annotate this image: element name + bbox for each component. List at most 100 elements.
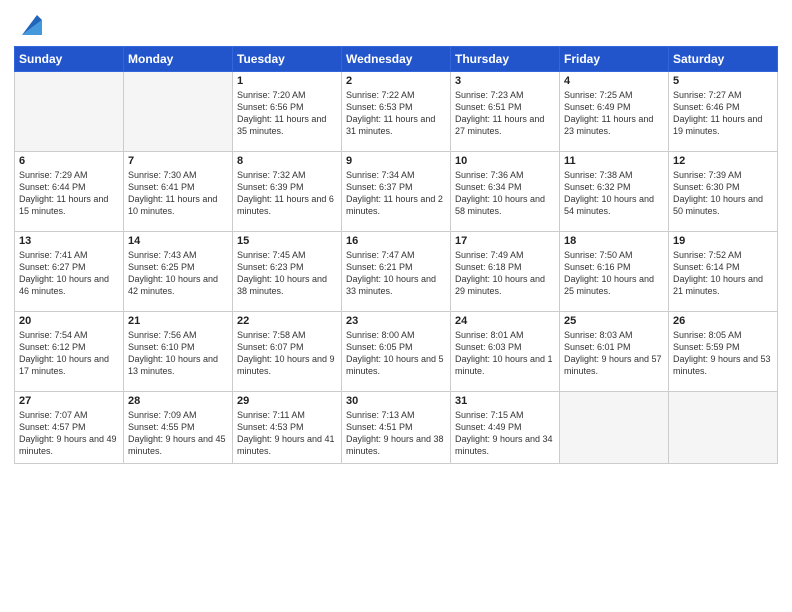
day-info: Sunrise: 7:27 AMSunset: 6:46 PMDaylight:… bbox=[673, 89, 773, 138]
day-info: Sunrise: 8:00 AMSunset: 6:05 PMDaylight:… bbox=[346, 329, 446, 378]
calendar-cell: 1 Sunrise: 7:20 AMSunset: 6:56 PMDaylight… bbox=[233, 72, 342, 152]
day-number: 23 bbox=[346, 315, 446, 327]
day-info: Sunrise: 7:11 AMSunset: 4:53 PMDaylight:… bbox=[237, 409, 337, 458]
calendar-cell: 23 Sunrise: 8:00 AMSunset: 6:05 PMDayligh… bbox=[342, 312, 451, 392]
day-info: Sunrise: 7:22 AMSunset: 6:53 PMDaylight:… bbox=[346, 89, 446, 138]
day-number: 18 bbox=[564, 235, 664, 247]
day-info: Sunrise: 7:15 AMSunset: 4:49 PMDaylight:… bbox=[455, 409, 555, 458]
day-number: 3 bbox=[455, 75, 555, 87]
calendar-cell: 28Sunrise: 7:09 AMSunset: 4:55 PMDayligh… bbox=[124, 392, 233, 464]
weekday-header: Monday bbox=[124, 47, 233, 72]
calendar-cell: 30Sunrise: 7:13 AMSunset: 4:51 PMDayligh… bbox=[342, 392, 451, 464]
day-info: Sunrise: 8:05 AMSunset: 5:59 PMDaylight:… bbox=[673, 329, 773, 378]
day-number: 27 bbox=[19, 395, 119, 407]
calendar-cell: 5Sunrise: 7:27 AMSunset: 6:46 PMDaylight… bbox=[669, 72, 778, 152]
calendar-cell: 6 Sunrise: 7:29 AMSunset: 6:44 PMDaylight… bbox=[15, 152, 124, 232]
day-info: Sunrise: 7:38 AMSunset: 6:32 PMDaylight:… bbox=[564, 169, 664, 218]
day-info: Sunrise: 7:32 AMSunset: 6:39 PMDaylight:… bbox=[237, 169, 337, 218]
day-number: 11 bbox=[564, 155, 664, 167]
calendar-cell: 3 Sunrise: 7:23 AMSunset: 6:51 PMDaylight… bbox=[451, 72, 560, 152]
calendar-cell bbox=[560, 392, 669, 464]
day-info: Sunrise: 7:41 AMSunset: 6:27 PMDaylight:… bbox=[19, 249, 119, 298]
weekday-header: Wednesday bbox=[342, 47, 451, 72]
day-info: Sunrise: 7:58 AMSunset: 6:07 PMDaylight:… bbox=[237, 329, 337, 378]
header bbox=[14, 10, 778, 40]
day-number: 2 bbox=[346, 75, 446, 87]
calendar-cell: 25 Sunrise: 8:03 AMSunset: 6:01 PMDayligh… bbox=[560, 312, 669, 392]
day-number: 22 bbox=[237, 315, 337, 327]
calendar-cell: 12 Sunrise: 7:39 AMSunset: 6:30 PMDayligh… bbox=[669, 152, 778, 232]
logo-icon bbox=[17, 10, 47, 40]
day-info: Sunrise: 7:47 AMSunset: 6:21 PMDaylight:… bbox=[346, 249, 446, 298]
day-info: Sunrise: 7:34 AMSunset: 6:37 PMDaylight:… bbox=[346, 169, 446, 218]
calendar-week-row: 27 Sunrise: 7:07 AMSunset: 4:57 PMDayligh… bbox=[15, 392, 778, 464]
calendar-cell bbox=[124, 72, 233, 152]
calendar-cell: 7 Sunrise: 7:30 AMSunset: 6:41 PMDaylight… bbox=[124, 152, 233, 232]
calendar-week-row: 6 Sunrise: 7:29 AMSunset: 6:44 PMDaylight… bbox=[15, 152, 778, 232]
calendar-cell: 19Sunrise: 7:52 AMSunset: 6:14 PMDayligh… bbox=[669, 232, 778, 312]
weekday-header: Thursday bbox=[451, 47, 560, 72]
page: SundayMondayTuesdayWednesdayThursdayFrid… bbox=[0, 0, 792, 612]
calendar-cell: 9 Sunrise: 7:34 AMSunset: 6:37 PMDaylight… bbox=[342, 152, 451, 232]
calendar-cell: 24Sunrise: 8:01 AMSunset: 6:03 PMDayligh… bbox=[451, 312, 560, 392]
day-number: 9 bbox=[346, 155, 446, 167]
day-number: 26 bbox=[673, 315, 773, 327]
day-number: 31 bbox=[455, 395, 555, 407]
calendar-cell: 10Sunrise: 7:36 AMSunset: 6:34 PMDayligh… bbox=[451, 152, 560, 232]
calendar-cell: 4Sunrise: 7:25 AMSunset: 6:49 PMDaylight… bbox=[560, 72, 669, 152]
calendar-cell: 21Sunrise: 7:56 AMSunset: 6:10 PMDayligh… bbox=[124, 312, 233, 392]
day-info: Sunrise: 7:52 AMSunset: 6:14 PMDaylight:… bbox=[673, 249, 773, 298]
weekday-header: Friday bbox=[560, 47, 669, 72]
calendar-week-row: 20 Sunrise: 7:54 AMSunset: 6:12 PMDayligh… bbox=[15, 312, 778, 392]
day-number: 20 bbox=[19, 315, 119, 327]
day-number: 24 bbox=[455, 315, 555, 327]
calendar-cell: 17Sunrise: 7:49 AMSunset: 6:18 PMDayligh… bbox=[451, 232, 560, 312]
calendar-cell: 18 Sunrise: 7:50 AMSunset: 6:16 PMDayligh… bbox=[560, 232, 669, 312]
day-number: 21 bbox=[128, 315, 228, 327]
day-info: Sunrise: 7:45 AMSunset: 6:23 PMDaylight:… bbox=[237, 249, 337, 298]
calendar-cell: 31 Sunrise: 7:15 AMSunset: 4:49 PMDayligh… bbox=[451, 392, 560, 464]
day-info: Sunrise: 7:30 AMSunset: 6:41 PMDaylight:… bbox=[128, 169, 228, 218]
logo-area bbox=[14, 10, 47, 40]
calendar-cell: 14 Sunrise: 7:43 AMSunset: 6:25 PMDayligh… bbox=[124, 232, 233, 312]
day-info: Sunrise: 7:39 AMSunset: 6:30 PMDaylight:… bbox=[673, 169, 773, 218]
calendar-cell: 11 Sunrise: 7:38 AMSunset: 6:32 PMDayligh… bbox=[560, 152, 669, 232]
calendar-table: SundayMondayTuesdayWednesdayThursdayFrid… bbox=[14, 46, 778, 464]
weekday-header: Tuesday bbox=[233, 47, 342, 72]
calendar-week-row: 1 Sunrise: 7:20 AMSunset: 6:56 PMDaylight… bbox=[15, 72, 778, 152]
day-info: Sunrise: 7:07 AMSunset: 4:57 PMDaylight:… bbox=[19, 409, 119, 458]
calendar-cell: 13Sunrise: 7:41 AMSunset: 6:27 PMDayligh… bbox=[15, 232, 124, 312]
calendar-cell: 22 Sunrise: 7:58 AMSunset: 6:07 PMDayligh… bbox=[233, 312, 342, 392]
calendar-cell: 27 Sunrise: 7:07 AMSunset: 4:57 PMDayligh… bbox=[15, 392, 124, 464]
day-info: Sunrise: 7:43 AMSunset: 6:25 PMDaylight:… bbox=[128, 249, 228, 298]
day-info: Sunrise: 7:29 AMSunset: 6:44 PMDaylight:… bbox=[19, 169, 119, 218]
calendar-week-row: 13Sunrise: 7:41 AMSunset: 6:27 PMDayligh… bbox=[15, 232, 778, 312]
day-number: 29 bbox=[237, 395, 337, 407]
day-info: Sunrise: 7:36 AMSunset: 6:34 PMDaylight:… bbox=[455, 169, 555, 218]
day-info: Sunrise: 7:54 AMSunset: 6:12 PMDaylight:… bbox=[19, 329, 119, 378]
day-info: Sunrise: 7:20 AMSunset: 6:56 PMDaylight:… bbox=[237, 89, 337, 138]
day-number: 6 bbox=[19, 155, 119, 167]
day-number: 8 bbox=[237, 155, 337, 167]
day-number: 7 bbox=[128, 155, 228, 167]
calendar-cell: 20 Sunrise: 7:54 AMSunset: 6:12 PMDayligh… bbox=[15, 312, 124, 392]
calendar-cell bbox=[669, 392, 778, 464]
calendar-cell: 8 Sunrise: 7:32 AMSunset: 6:39 PMDaylight… bbox=[233, 152, 342, 232]
weekday-header: Saturday bbox=[669, 47, 778, 72]
weekday-header-row: SundayMondayTuesdayWednesdayThursdayFrid… bbox=[15, 47, 778, 72]
calendar-cell: 29 Sunrise: 7:11 AMSunset: 4:53 PMDayligh… bbox=[233, 392, 342, 464]
day-info: Sunrise: 7:50 AMSunset: 6:16 PMDaylight:… bbox=[564, 249, 664, 298]
day-number: 30 bbox=[346, 395, 446, 407]
day-number: 1 bbox=[237, 75, 337, 87]
day-number: 4 bbox=[564, 75, 664, 87]
day-number: 15 bbox=[237, 235, 337, 247]
calendar-cell: 16Sunrise: 7:47 AMSunset: 6:21 PMDayligh… bbox=[342, 232, 451, 312]
day-number: 14 bbox=[128, 235, 228, 247]
calendar-cell bbox=[15, 72, 124, 152]
day-info: Sunrise: 7:23 AMSunset: 6:51 PMDaylight:… bbox=[455, 89, 555, 138]
day-number: 12 bbox=[673, 155, 773, 167]
weekday-header: Sunday bbox=[15, 47, 124, 72]
day-number: 25 bbox=[564, 315, 664, 327]
day-info: Sunrise: 8:03 AMSunset: 6:01 PMDaylight:… bbox=[564, 329, 664, 378]
day-number: 28 bbox=[128, 395, 228, 407]
